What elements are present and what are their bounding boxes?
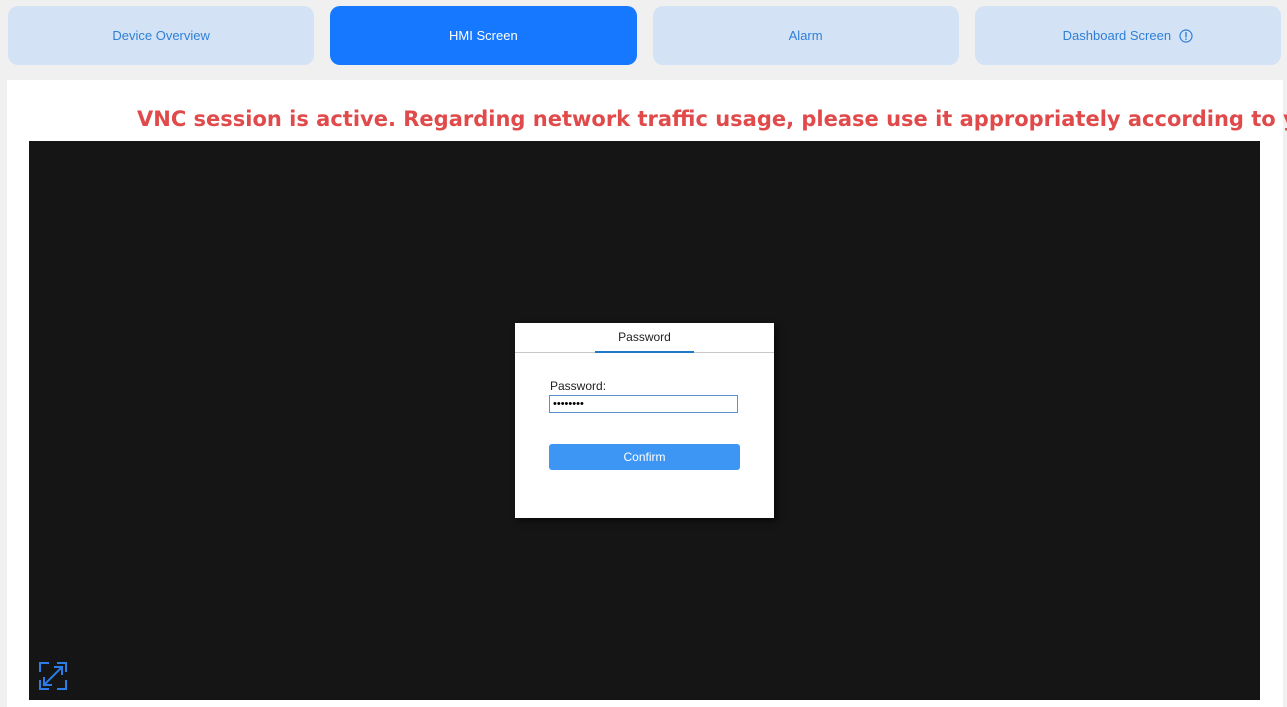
fullscreen-button[interactable] bbox=[38, 661, 68, 691]
password-input[interactable] bbox=[549, 395, 738, 413]
tab-bar: Device Overview HMI Screen Alarm Dashboa… bbox=[8, 6, 1281, 65]
tab-label: Dashboard Screen bbox=[1062, 28, 1172, 43]
tab-label: HMI Screen bbox=[449, 28, 518, 43]
tab-alarm[interactable]: Alarm bbox=[652, 6, 959, 65]
dialog-tab-password[interactable]: Password bbox=[595, 323, 694, 353]
tab-device-overview[interactable]: Device Overview bbox=[8, 6, 315, 65]
tab-label: Device Overview bbox=[112, 28, 210, 43]
dialog-header: Password bbox=[515, 323, 774, 353]
tab-hmi-screen[interactable]: HMI Screen bbox=[330, 6, 637, 65]
password-label: Password: bbox=[550, 379, 607, 393]
info-circle-icon bbox=[1179, 28, 1193, 43]
tab-dashboard-screen[interactable]: Dashboard Screen bbox=[974, 6, 1281, 65]
tab-label: Alarm bbox=[788, 28, 823, 43]
expand-arrows-icon bbox=[39, 662, 67, 690]
confirm-button[interactable]: Confirm bbox=[549, 444, 740, 470]
password-dialog: Password Password: Confirm bbox=[515, 323, 774, 518]
vnc-warning-banner: VNC session is active. Regarding network… bbox=[137, 107, 1287, 131]
